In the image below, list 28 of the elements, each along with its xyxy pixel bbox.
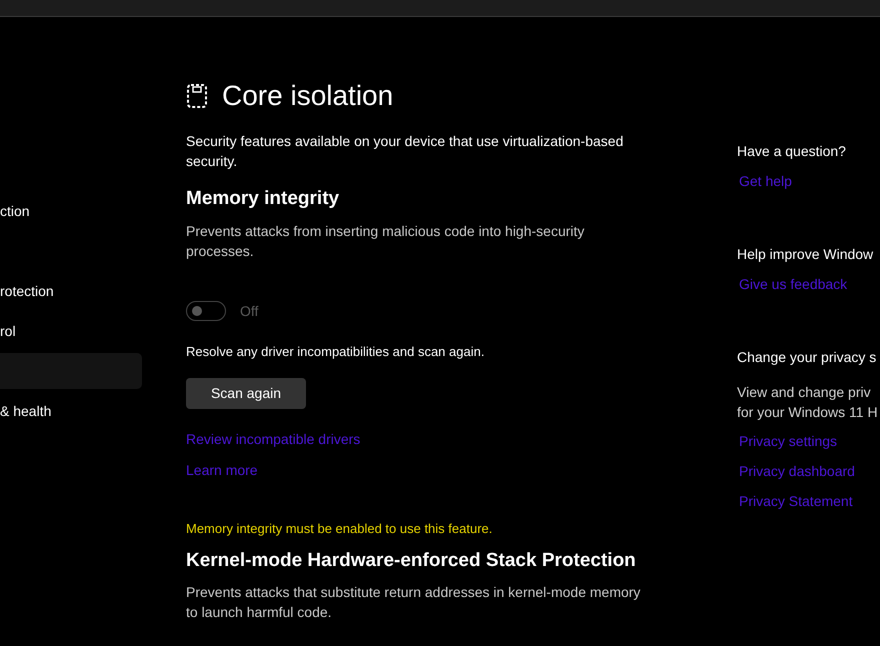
sidebar-item[interactable]: & health (0, 393, 142, 429)
section-title: Kernel-mode Hardware-enforced Stack Protection (186, 548, 637, 572)
warning-text: Memory integrity must be enabled to use this feature. (186, 520, 494, 538)
sidebar-item[interactable]: rotection (0, 273, 142, 309)
sidebar-item[interactable]: rol (0, 313, 142, 349)
section-description: Prevents attacks from inserting malicious code into high-security processes. (186, 222, 586, 260)
aside-heading: Help improve Window (737, 245, 874, 264)
chip-icon (186, 83, 208, 109)
sidebar-item[interactable]: ction (0, 193, 142, 229)
aside-heading: Change your privacy s (737, 348, 878, 367)
link[interactable]: Give us feedback (739, 276, 848, 292)
toggle-switch[interactable] (186, 301, 226, 321)
link[interactable]: Privacy Statement (739, 493, 853, 509)
section-description: Prevents attacks that substitute return addresses in kernel-mode memory to launch harmful code. (186, 583, 642, 622)
link[interactable]: Privacy dashboard (739, 463, 855, 479)
aside-text: for your Windows 11 H (737, 403, 879, 422)
toggle-label: Off (240, 302, 258, 320)
aside-heading: Have a question? (737, 142, 847, 161)
link[interactable]: Review incompatible drivers (186, 431, 360, 447)
page-title: Core isolation (222, 79, 394, 113)
link[interactable]: Privacy settings (739, 433, 838, 449)
note-text: Resolve any driver incompatibilities and scan again. (186, 342, 486, 361)
page-description: Security features available on your device that use virtualization-based security. (186, 132, 624, 171)
aside-text: View and change priv (737, 383, 872, 402)
link[interactable]: Learn more (186, 462, 258, 478)
link[interactable]: Get help (739, 173, 792, 189)
scan-again-button[interactable]: Scan again (186, 378, 306, 409)
section-title: Memory integrity (186, 187, 340, 211)
